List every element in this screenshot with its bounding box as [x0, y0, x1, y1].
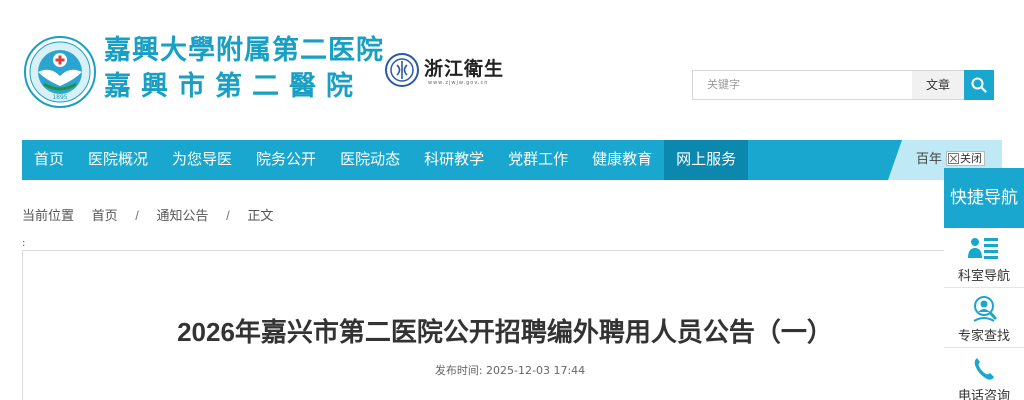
breadcrumb-notices[interactable]: 通知公告: [157, 208, 209, 223]
breadcrumb-label: 当前位置: [22, 208, 75, 223]
nav-item-party[interactable]: 党群工作: [496, 140, 580, 180]
article-title: 2026年嘉兴市第二医院公开招聘编外聘用人员公告（一）: [177, 317, 833, 347]
nav-item-news[interactable]: 医院动态: [328, 140, 412, 180]
publish-time-label: 发布时间:: [434, 364, 483, 377]
nav-banner-text: 百年: [916, 152, 943, 167]
quick-item-doctors[interactable]: 专家查找: [944, 288, 1024, 348]
search-input[interactable]: [692, 70, 912, 100]
nav-item-research[interactable]: 科研教学: [412, 140, 496, 180]
doctor-search-icon: [968, 296, 1000, 322]
phone-icon: [968, 356, 1000, 382]
department-list-icon: [968, 236, 1000, 262]
search-button[interactable]: [964, 70, 994, 100]
breadcrumb-separator: /: [135, 208, 139, 223]
nav-item-online-service[interactable]: 网上服务: [664, 140, 749, 180]
breadcrumb-current: 正文: [247, 208, 274, 223]
nav-items: 首页 医院概况 为您导医 院务公开 医院动态 科研教学 党群工作 健康教育 网上…: [22, 140, 749, 180]
quick-item-label: 电话咨询: [957, 389, 1010, 400]
nav-item-home[interactable]: 首页: [22, 140, 76, 180]
breadcrumb-dot: :: [22, 238, 26, 249]
quick-item-label: 科室导航: [957, 269, 1010, 284]
hospital-name-line2: 嘉興市第二醫院: [104, 71, 363, 102]
quick-nav-title: 快捷导航: [944, 168, 1024, 228]
search-icon: [971, 77, 987, 93]
nav-item-guide[interactable]: 为您导医: [160, 140, 244, 180]
nav-item-health-education[interactable]: 健康教育: [580, 140, 664, 180]
nav-item-overview[interactable]: 医院概况: [76, 140, 160, 180]
breadcrumb: 当前位置 首页 / 通知公告 / 正文: [22, 205, 287, 224]
close-icon: [948, 153, 959, 164]
breadcrumb-home[interactable]: 首页: [92, 208, 118, 223]
close-label: 关闭: [960, 152, 982, 165]
quick-item-departments[interactable]: 科室导航: [944, 228, 1024, 288]
emblem-year: 1895: [52, 94, 67, 101]
quick-nav-panel: 快捷导航 科室导航 专家查找 电话咨询: [944, 168, 1024, 400]
zhejiang-health-emblem-icon[interactable]: [384, 52, 420, 88]
partner-logo-text: 浙江衛生: [424, 58, 505, 80]
quick-item-label: 专家查找: [957, 329, 1010, 344]
hospital-name-line1: 嘉興大學附属第二医院: [104, 35, 384, 66]
close-quick-panel-button[interactable]: 关闭: [946, 151, 985, 166]
site-header: 1895 嘉興大學附属第二医院 嘉興市第二醫院 浙江衛生 www.zjwjw.g…: [0, 0, 1024, 140]
article-meta: 发布时间: 2025-12-03 17:44: [0, 362, 1020, 378]
quick-item-phone[interactable]: 电话咨询: [944, 348, 1024, 400]
hospital-emblem-icon[interactable]: 1895: [24, 36, 96, 108]
search-type-select[interactable]: 文章: [912, 70, 964, 100]
partner-logo-url: www.zjwjw.gov.cn: [428, 80, 489, 86]
search-bar: 文章: [692, 70, 1002, 100]
main-nav: 首页 医院概况 为您导医 院务公开 医院动态 科研教学 党群工作 健康教育 网上…: [22, 140, 1002, 180]
publish-time: 2025-12-03 17:44: [486, 364, 586, 377]
hospital-name[interactable]: 嘉興大學附属第二医院 嘉興市第二醫院: [104, 34, 384, 106]
nav-item-affairs[interactable]: 院务公开: [244, 140, 328, 180]
breadcrumb-separator: /: [226, 208, 230, 223]
